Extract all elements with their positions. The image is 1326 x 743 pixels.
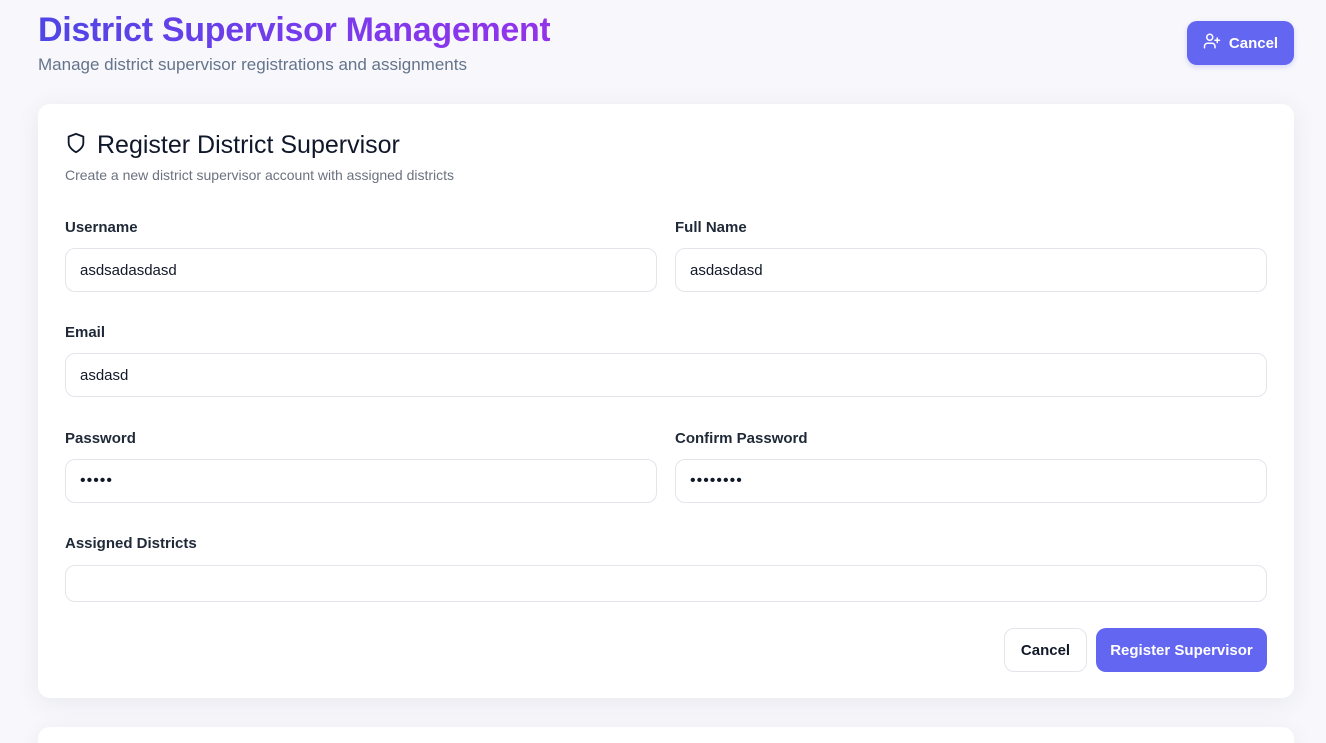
confirm-password-input[interactable]: •••••••• <box>675 459 1267 503</box>
card-title: Register District Supervisor <box>97 131 400 159</box>
page-header: District Supervisor Management Manage di… <box>38 8 551 75</box>
shield-icon <box>65 132 87 159</box>
supervisors-list-card <box>38 727 1294 743</box>
page: District Supervisor Management Manage di… <box>0 0 1326 743</box>
password-input[interactable]: ••••• <box>65 459 657 503</box>
register-supervisor-button[interactable]: Register Supervisor <box>1096 628 1267 672</box>
assigned-districts-input[interactable] <box>65 565 1267 602</box>
page-title: District Supervisor Management <box>38 8 551 52</box>
page-subtitle: Manage district supervisor registrations… <box>38 55 467 74</box>
header-cancel-button[interactable]: Cancel <box>1187 21 1294 65</box>
header-cancel-label: Cancel <box>1228 34 1279 52</box>
card-header: Register District Supervisor <box>65 131 400 160</box>
email-label: Email <box>65 324 106 341</box>
user-plus-icon <box>1203 32 1221 54</box>
full-name-label: Full Name <box>675 219 747 236</box>
username-input[interactable]: asdsadasdasd <box>65 248 657 292</box>
confirm-password-label: Confirm Password <box>675 430 808 447</box>
full-name-input[interactable]: asdasdasd <box>675 248 1267 292</box>
card-description: Create a new district supervisor account… <box>65 167 455 183</box>
email-input[interactable]: asdasd <box>65 353 1267 397</box>
register-supervisor-card: Register District Supervisor Create a ne… <box>38 104 1294 698</box>
cancel-button[interactable]: Cancel <box>1004 628 1087 672</box>
username-label: Username <box>65 219 138 236</box>
password-label: Password <box>65 430 136 447</box>
assigned-districts-label: Assigned Districts <box>65 535 197 552</box>
